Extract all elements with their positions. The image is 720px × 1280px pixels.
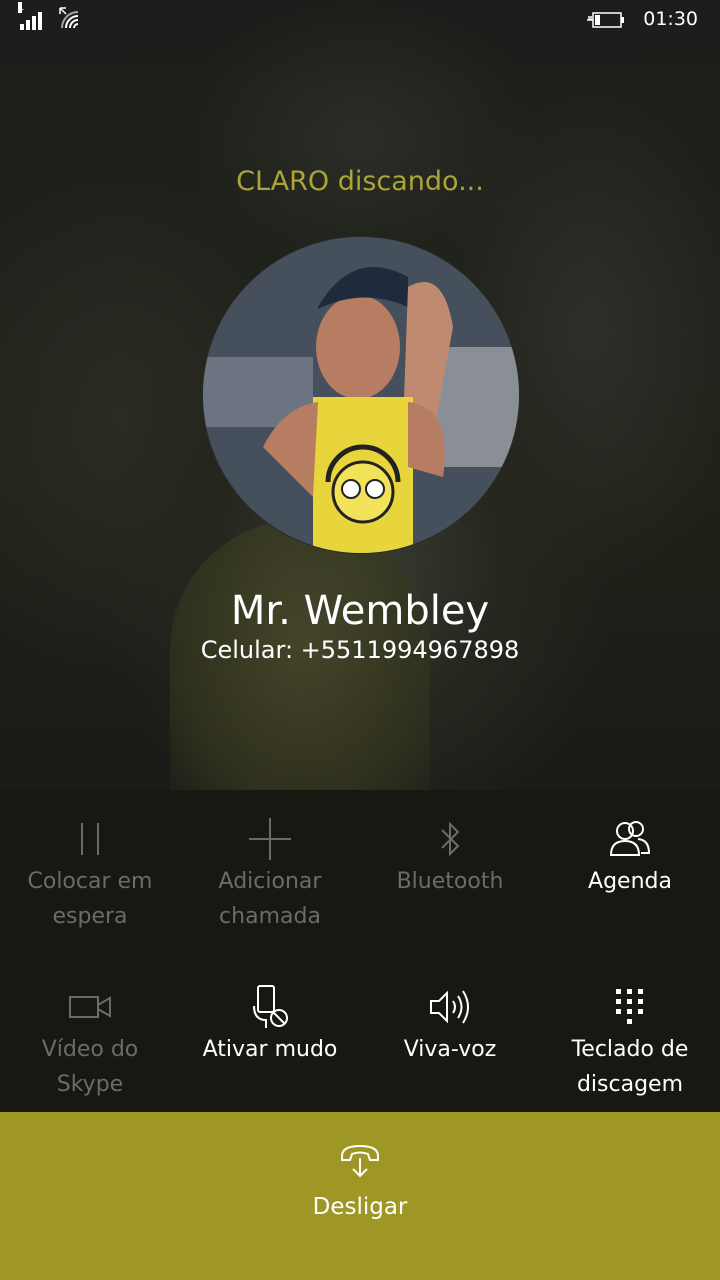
hold-button[interactable]: Colocar em espera xyxy=(0,816,180,934)
sim-number: 1 xyxy=(18,2,25,13)
add-call-icon xyxy=(180,816,360,862)
contact-number: Celular: +5511994967898 xyxy=(200,636,520,664)
clock: 01:30 xyxy=(643,8,698,30)
contacts-icon xyxy=(540,816,720,862)
contact-name: Mr. Wembley xyxy=(230,588,490,634)
contact-avatar xyxy=(202,236,520,554)
mute-button[interactable]: Ativar mudo xyxy=(180,984,360,1067)
bluetooth-button[interactable]: Bluetooth xyxy=(360,816,540,899)
end-call-button[interactable]: Desligar xyxy=(260,1142,460,1262)
keypad-button[interactable]: Teclado de discagem xyxy=(540,984,720,1102)
wifi-icon xyxy=(56,6,84,30)
battery-charging-icon xyxy=(587,11,625,28)
pause-icon xyxy=(0,816,180,862)
call-status: CLARO discando... xyxy=(236,166,484,197)
speaker-button[interactable]: Viva-voz xyxy=(360,984,540,1067)
skype-video-button[interactable]: Vídeo do Skype xyxy=(0,984,180,1102)
add-call-button[interactable]: Adicionar chamada xyxy=(180,816,360,934)
bluetooth-icon xyxy=(360,816,540,862)
call-actions-panel: Colocar em espera Adicionar chamada Blueto… xyxy=(0,790,720,1112)
speaker-icon xyxy=(360,984,540,1030)
keypad-icon xyxy=(540,984,720,1030)
end-call-bar: Desligar xyxy=(0,1112,720,1280)
contacts-button[interactable]: Agenda xyxy=(540,816,720,899)
video-icon xyxy=(0,984,180,1030)
mute-icon xyxy=(180,984,360,1030)
signal-strength-icon: 1 xyxy=(18,2,42,30)
status-bar: 1 01:30 xyxy=(0,0,720,44)
end-call-label: Desligar xyxy=(312,1194,408,1220)
hang-up-icon xyxy=(260,1142,460,1182)
